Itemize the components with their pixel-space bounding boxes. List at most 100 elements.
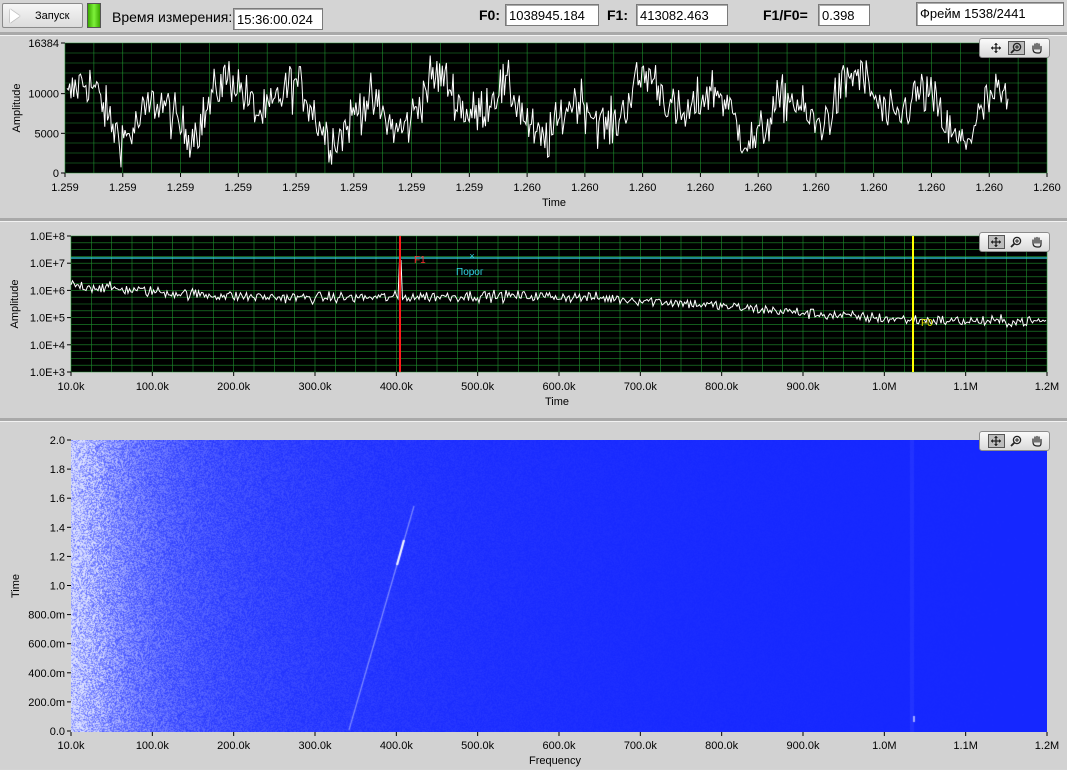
cursor-move-icon[interactable] — [988, 41, 1005, 55]
spectrum-graph-tool-palette — [979, 232, 1050, 252]
zoom-icon[interactable] — [1008, 235, 1025, 249]
spectrogram-x-tick-label: 900.0k — [786, 740, 820, 752]
spectrogram-x-tick-label: 400.0k — [380, 740, 414, 752]
ratio-label: F1/F0= — [763, 7, 808, 23]
spectrogram-x-tick-label: 100.0k — [136, 740, 170, 752]
spectrogram-y-tick-label: 2.0 — [50, 435, 65, 447]
zoom-icon[interactable] — [1008, 434, 1025, 448]
spectrum-x-tick-label: 300.0k — [298, 381, 332, 393]
spectrogram-y-tick-label: 1.8 — [50, 464, 65, 476]
time-graph[interactable]: 16384 10000 5000 0 1.259 1.259 1.259 1.259 1.25… — [0, 36, 1067, 219]
time-x-tick-label: 1.260 — [687, 182, 715, 194]
pan-hand-icon[interactable] — [1029, 41, 1046, 55]
time-y-tick-label: 0 — [53, 168, 59, 180]
spectrum-x-tick-label: 400.0k — [380, 381, 414, 393]
cursor-move-icon[interactable] — [988, 434, 1005, 448]
threshold-cursor-label: Порог — [456, 267, 484, 278]
status-led — [87, 3, 101, 28]
time-x-tick-label: 1.259 — [398, 182, 426, 194]
time-graph-tool-palette — [979, 38, 1050, 58]
spectrum-x-tick-label: 200.0k — [217, 381, 251, 393]
time-x-tick-label: 1.260 — [802, 182, 830, 194]
spectrogram-x-tick-label: 700.0k — [624, 740, 658, 752]
spectrogram-xlabel: Frequency — [529, 755, 581, 767]
f0-field: 1038945.184 — [505, 4, 599, 26]
time-y-tick-label: 16384 — [28, 38, 59, 50]
spectrogram-x-tick-label: 200.0k — [217, 740, 251, 752]
cursor-move-icon[interactable] — [988, 235, 1005, 249]
spectrum-graph[interactable]: F1 × Порог F0 1.0E+8 1.0E+7 1.0E+6 1.0E+5 1.… — [0, 222, 1067, 419]
measure-time-label: Время измерения: — [112, 9, 233, 25]
spectrum-x-tick-label: 1.1M — [953, 381, 977, 393]
time-x-tick-label: 1.259 — [109, 182, 137, 194]
time-graph-panel: 16384 10000 5000 0 1.259 1.259 1.259 1.259 1.25… — [0, 35, 1067, 218]
spectrogram-tool-palette — [979, 431, 1050, 451]
spectrum-y-tick-label: 1.0E+8 — [30, 231, 65, 243]
spectrum-x-tick-label: 800.0k — [705, 381, 739, 393]
time-graph-xlabel: Time — [542, 197, 566, 209]
f1-field: 413082.463 — [636, 4, 728, 26]
spectrum-x-tick-label: 500.0k — [461, 381, 495, 393]
spectrum-y-tick-label: 1.0E+6 — [30, 285, 65, 297]
spectrum-x-tick-label: 600.0k — [542, 381, 576, 393]
time-x-tick-label: 1.260 — [513, 182, 541, 194]
spectrogram-x-tick-label: 1.2M — [1035, 740, 1059, 752]
time-x-tick-label: 1.259 — [167, 182, 195, 194]
spectrogram-x-tick-label: 1.1M — [953, 740, 977, 752]
top-toolbar: Запуск Время измерения: 15:36:00.024 F0:… — [0, 0, 1067, 33]
time-y-tick-label: 5000 — [35, 128, 59, 140]
spectrogram-x-tick-label: 500.0k — [461, 740, 495, 752]
time-x-tick-label: 1.260 — [918, 182, 946, 194]
f1-cursor-label: F1 — [414, 255, 426, 266]
spectrogram-ylabel: Time — [10, 574, 22, 598]
spectrogram-y-tick-label: 400.0m — [28, 668, 65, 680]
spectrogram-y-tick-label: 1.2 — [50, 551, 65, 563]
spectrum-x-tick-label: 700.0k — [624, 381, 658, 393]
spectrum-x-tick-label: 1.2M — [1035, 381, 1059, 393]
time-x-tick-label: 1.260 — [744, 182, 772, 194]
spectrogram-x-tick-label: 1.0M — [872, 740, 896, 752]
spectrogram-y-tick-label: 200.0m — [28, 697, 65, 709]
time-x-tick-label: 1.260 — [860, 182, 888, 194]
spectrum-y-tick-label: 1.0E+3 — [30, 367, 65, 379]
ratio-field: 0.398 — [818, 4, 870, 26]
spectrogram-x-tick-label: 10.0k — [58, 740, 85, 752]
spectrogram-y-tick-label: 1.0 — [50, 581, 65, 593]
spectrogram-y-tick-label: 0.0 — [50, 726, 65, 738]
spectrogram-panel: 2.0 1.8 1.6 1.4 1.2 1.0 800.0m 600.0m 400.0m 200.… — [0, 421, 1067, 769]
spectrogram-y-tick-label: 600.0m — [28, 639, 65, 651]
spectrum-x-tick-label: 100.0k — [136, 381, 170, 393]
spectrum-x-tick-label: 900.0k — [786, 381, 820, 393]
spectrum-x-tick-label: 10.0k — [58, 381, 85, 393]
f0-label: F0: — [479, 7, 500, 23]
time-x-tick-label: 1.259 — [340, 182, 368, 194]
run-button[interactable]: Запуск — [2, 3, 83, 28]
time-x-tick-label: 1.259 — [282, 182, 310, 194]
spectrum-graph-ylabel: Amplitude — [9, 280, 21, 329]
spectrogram-y-tick-label: 800.0m — [28, 610, 65, 622]
threshold-marker-icon: × — [469, 251, 474, 261]
time-graph-ylabel: Amplitude — [11, 84, 23, 133]
time-x-tick-label: 1.259 — [51, 182, 79, 194]
run-button-label: Запуск — [35, 10, 70, 22]
time-y-tick-label: 10000 — [28, 89, 59, 101]
spectrum-graph-xlabel: Time — [545, 396, 569, 408]
spectrogram-x-tick-label: 300.0k — [298, 740, 332, 752]
spectrum-y-tick-label: 1.0E+4 — [30, 340, 65, 352]
spectrum-x-tick-label: 1.0M — [872, 381, 896, 393]
pan-hand-icon[interactable] — [1029, 235, 1046, 249]
spectrum-graph-panel: F1 × Порог F0 1.0E+8 1.0E+7 1.0E+6 1.0E+5 1.… — [0, 221, 1067, 418]
spectrum-y-tick-label: 1.0E+5 — [30, 313, 65, 325]
frame-counter: Фрейм 1538/2441 — [916, 2, 1064, 26]
measure-time-field: 15:36:00.024 — [233, 8, 323, 30]
time-x-tick-label: 1.259 — [456, 182, 484, 194]
time-x-tick-label: 1.260 — [1033, 182, 1061, 194]
spectrogram-y-tick-label: 1.6 — [50, 493, 65, 505]
play-icon — [10, 9, 20, 23]
spectrum-y-tick-label: 1.0E+7 — [30, 258, 65, 270]
zoom-icon[interactable] — [1008, 41, 1025, 55]
pan-hand-icon[interactable] — [1029, 434, 1046, 448]
spectrogram-y-tick-label: 1.4 — [50, 522, 65, 534]
spectrogram-axes: 2.0 1.8 1.6 1.4 1.2 1.0 800.0m 600.0m 400.0m 200.… — [10, 435, 1059, 767]
time-x-tick-label: 1.259 — [225, 182, 253, 194]
